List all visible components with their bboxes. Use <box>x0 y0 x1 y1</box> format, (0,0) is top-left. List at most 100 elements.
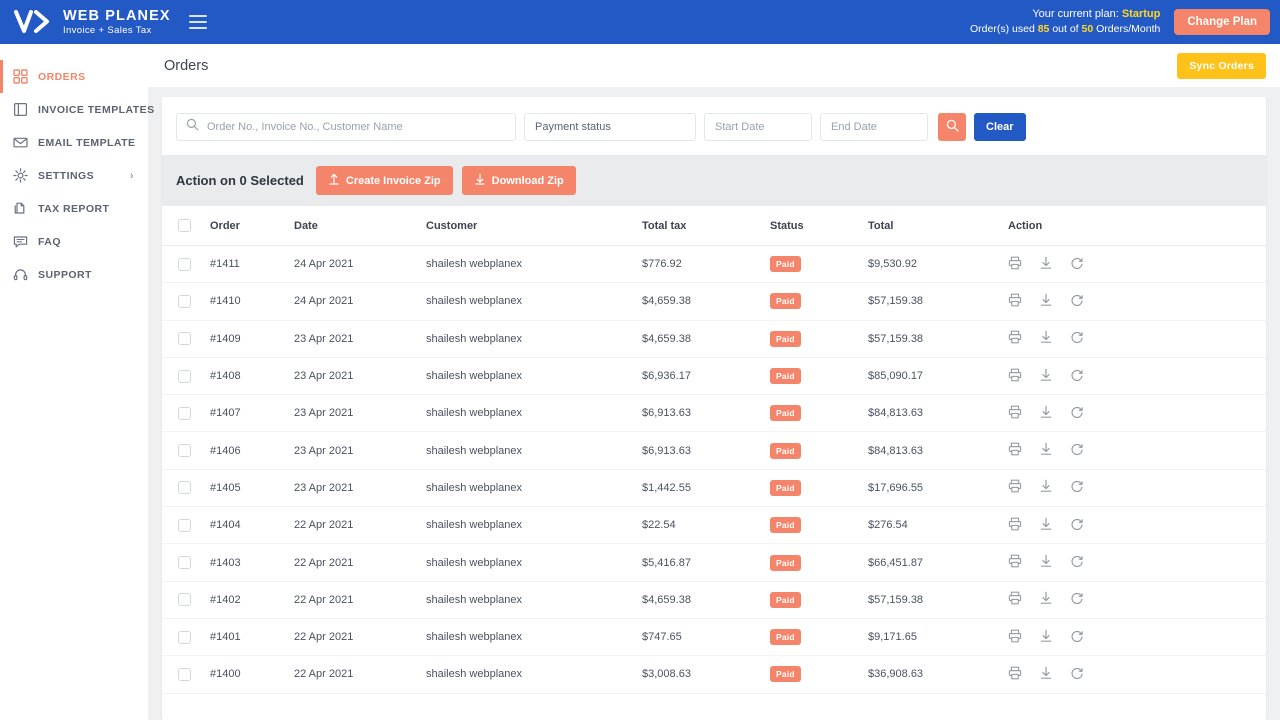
print-icon[interactable] <box>1008 517 1022 534</box>
refresh-icon[interactable] <box>1070 479 1084 496</box>
header-action: Action <box>1008 206 1266 246</box>
status-badge: Paid <box>770 517 801 534</box>
download-icon[interactable] <box>1039 554 1053 571</box>
print-icon[interactable] <box>1008 405 1022 422</box>
search-submit-button[interactable] <box>938 113 966 141</box>
row-select-cell <box>162 245 210 284</box>
download-icon[interactable] <box>1039 591 1053 608</box>
row-checkbox[interactable] <box>178 667 191 681</box>
print-icon[interactable] <box>1008 330 1022 347</box>
header-customer: Customer <box>426 206 642 246</box>
sidebar-item-tax-report-label: TAX REPORT <box>38 202 110 215</box>
hamburger-menu-icon[interactable] <box>188 15 207 29</box>
sync-orders-button[interactable]: Sync Orders <box>1177 52 1266 79</box>
table-row[interactable]: #1407 23 Apr 2021 shailesh webplanex $6,913… <box>162 394 1266 433</box>
print-icon[interactable] <box>1008 554 1022 571</box>
table-row[interactable]: #1411 24 Apr 2021 shailesh webplanex $776.9… <box>162 245 1266 284</box>
table-row[interactable]: #1400 22 Apr 2021 shailesh webplanex $3,008… <box>162 655 1266 694</box>
refresh-icon[interactable] <box>1070 591 1084 608</box>
cell-actions <box>1008 282 1266 321</box>
download-icon[interactable] <box>1039 629 1053 646</box>
clear-filters-button[interactable]: Clear <box>974 113 1026 141</box>
refresh-icon[interactable] <box>1070 405 1084 422</box>
row-checkbox[interactable] <box>178 556 191 570</box>
download-icon[interactable] <box>1039 517 1053 534</box>
refresh-icon[interactable] <box>1070 256 1084 273</box>
sidebar-item-orders[interactable]: ORDERS <box>0 60 148 93</box>
end-date-input[interactable]: End Date <box>820 113 928 141</box>
table-row[interactable]: #1404 22 Apr 2021 shailesh webplanex $22.54… <box>162 506 1266 545</box>
sidebar-item-support[interactable]: SUPPORT <box>0 258 148 291</box>
page-header: Orders Sync Orders <box>148 44 1280 87</box>
row-checkbox[interactable] <box>178 481 191 495</box>
print-icon[interactable] <box>1008 666 1022 683</box>
download-icon[interactable] <box>1039 330 1053 347</box>
download-icon[interactable] <box>1039 368 1053 385</box>
table-row[interactable]: #1408 23 Apr 2021 shailesh webplanex $6,936… <box>162 357 1266 396</box>
row-checkbox[interactable] <box>178 369 191 383</box>
download-icon[interactable] <box>1039 405 1053 422</box>
start-date-input[interactable]: Start Date <box>704 113 812 141</box>
create-invoice-zip-button[interactable]: Create Invoice Zip <box>315 166 453 195</box>
download-icon[interactable] <box>1039 442 1053 459</box>
print-icon[interactable] <box>1008 368 1022 385</box>
refresh-icon[interactable] <box>1070 330 1084 347</box>
cell-actions <box>1008 543 1266 582</box>
row-checkbox[interactable] <box>178 444 191 458</box>
refresh-icon[interactable] <box>1070 554 1084 571</box>
row-checkbox[interactable] <box>178 518 191 532</box>
row-select-cell <box>162 469 210 508</box>
table-row[interactable]: #1403 22 Apr 2021 shailesh webplanex $5,416… <box>162 543 1266 582</box>
table-row[interactable]: #1405 23 Apr 2021 shailesh webplanex $1,442… <box>162 469 1266 508</box>
sidebar-item-support-label: SUPPORT <box>38 268 92 281</box>
usage-limit: 50 <box>1081 23 1094 36</box>
row-checkbox[interactable] <box>178 406 191 420</box>
cell-total-tax: $747.65 <box>642 618 770 657</box>
app-logo[interactable]: WEB PLANEX Invoice + Sales Tax <box>0 8 171 36</box>
cell-status: Paid <box>770 618 868 657</box>
refresh-icon[interactable] <box>1070 666 1084 683</box>
orders-page: WEB PLANEX Invoice + Sales Tax Your curr… <box>0 0 1280 720</box>
sidebar-item-settings[interactable]: SETTINGS › <box>0 159 148 192</box>
print-icon[interactable] <box>1008 591 1022 608</box>
refresh-icon[interactable] <box>1070 368 1084 385</box>
download-icon[interactable] <box>1039 479 1053 496</box>
sidebar-item-invoice-templates[interactable]: INVOICE TEMPLATES <box>0 93 154 126</box>
sidebar-item-faq[interactable]: FAQ <box>0 225 148 258</box>
search-field-wrap[interactable] <box>176 113 516 141</box>
row-checkbox[interactable] <box>178 630 191 644</box>
refresh-icon[interactable] <box>1070 517 1084 534</box>
row-checkbox[interactable] <box>178 294 191 308</box>
cell-order: #1407 <box>210 394 294 433</box>
refresh-icon[interactable] <box>1070 442 1084 459</box>
refresh-icon[interactable] <box>1070 293 1084 310</box>
row-checkbox[interactable] <box>178 257 191 271</box>
cell-actions <box>1008 357 1266 396</box>
table-row[interactable]: #1401 22 Apr 2021 shailesh webplanex $747.6… <box>162 618 1266 657</box>
select-all-checkbox[interactable] <box>178 219 191 232</box>
download-icon[interactable] <box>1039 293 1053 310</box>
row-select-cell <box>162 394 210 433</box>
table-row[interactable]: #1409 23 Apr 2021 shailesh webplanex $4,659… <box>162 320 1266 358</box>
download-icon[interactable] <box>1039 666 1053 683</box>
print-icon[interactable] <box>1008 442 1022 459</box>
print-icon[interactable] <box>1008 256 1022 273</box>
refresh-icon[interactable] <box>1070 629 1084 646</box>
table-row[interactable]: #1402 22 Apr 2021 shailesh webplanex $4,659… <box>162 581 1266 619</box>
payment-status-select[interactable]: Payment status <box>524 113 696 141</box>
sidebar-item-tax-report[interactable]: TAX REPORT <box>0 192 148 225</box>
print-icon[interactable] <box>1008 479 1022 496</box>
row-checkbox[interactable] <box>178 332 191 346</box>
cell-date: 22 Apr 2021 <box>294 618 426 657</box>
status-badge: Paid <box>770 666 801 683</box>
search-input[interactable] <box>207 121 515 133</box>
print-icon[interactable] <box>1008 293 1022 310</box>
row-checkbox[interactable] <box>178 593 191 607</box>
print-icon[interactable] <box>1008 629 1022 646</box>
change-plan-button[interactable]: Change Plan <box>1174 9 1270 35</box>
download-icon[interactable] <box>1039 256 1053 273</box>
table-row[interactable]: #1406 23 Apr 2021 shailesh webplanex $6,913… <box>162 431 1266 470</box>
sidebar-item-email-template[interactable]: EMAIL TEMPLATE <box>0 126 148 159</box>
download-zip-button[interactable]: Download Zip <box>461 166 576 195</box>
table-row[interactable]: #1410 24 Apr 2021 shailesh webplanex $4,659… <box>162 282 1266 321</box>
